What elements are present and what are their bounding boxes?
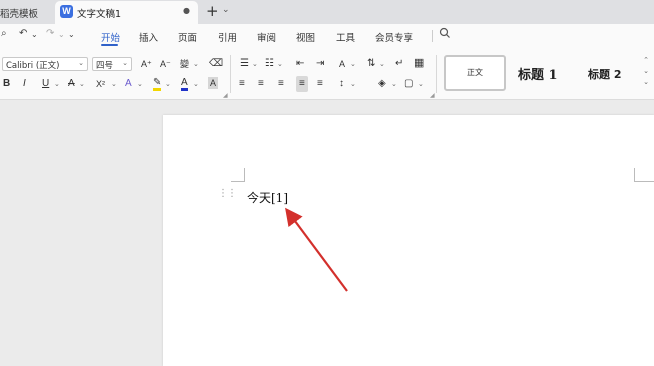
annotation-arrow <box>285 207 348 292</box>
